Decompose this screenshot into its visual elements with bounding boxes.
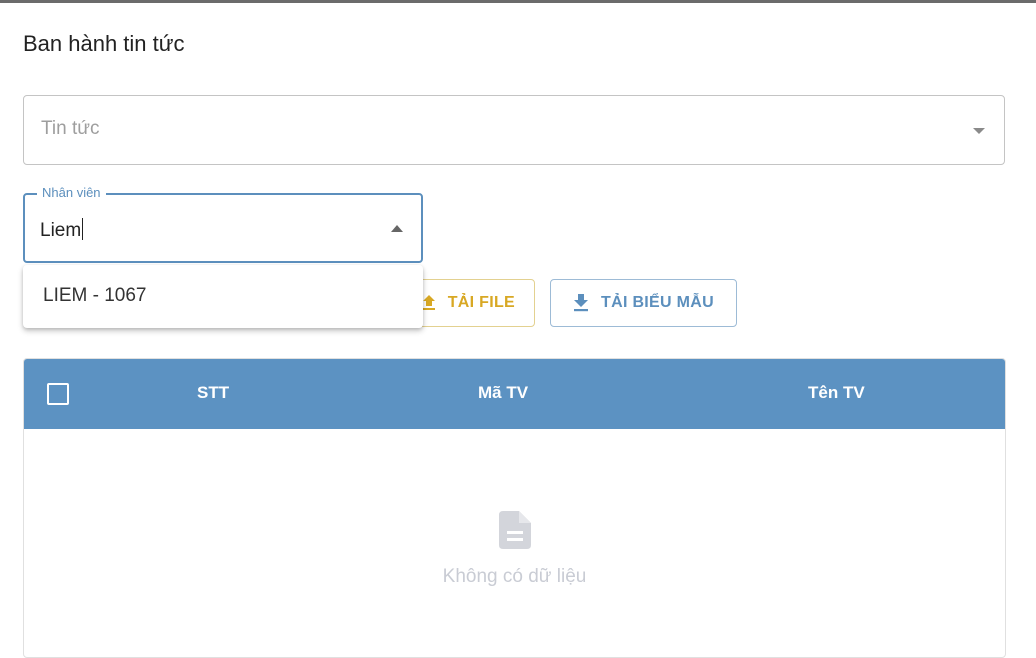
chevron-up-icon[interactable] <box>391 225 403 232</box>
document-icon <box>499 511 531 549</box>
upload-file-label: TẢI FILE <box>447 294 515 311</box>
employee-input-value: Liem <box>40 220 82 241</box>
employee-autocomplete[interactable]: Nhân viên Liem <box>23 185 423 263</box>
upload-icon <box>422 295 435 310</box>
column-header-ten-tv[interactable]: Tên TV <box>808 383 865 403</box>
news-select[interactable]: Tin tức <box>23 95 1005 165</box>
dropdown-option[interactable]: LIEM - 1067 <box>43 285 147 307</box>
download-template-label: TẢI BIỂU MẪU <box>601 294 714 311</box>
employee-field-label: Nhân viên <box>37 185 106 200</box>
employee-dropdown: LIEM - 1067 <box>23 265 423 328</box>
members-table: STT Mã TV Tên TV Không có dữ liệu <box>23 358 1006 658</box>
news-select-placeholder: Tin tức <box>41 118 100 139</box>
table-header: STT Mã TV Tên TV <box>24 359 1005 429</box>
text-cursor <box>82 218 84 240</box>
download-icon <box>574 294 589 312</box>
dialog-title: Ban hành tin tức <box>23 31 185 56</box>
employee-input[interactable]: Liem <box>40 218 84 242</box>
column-header-stt[interactable]: STT <box>197 383 229 403</box>
dialog: Ban hành tin tức Tin tức Nhân viên Liem … <box>0 0 1036 658</box>
select-all-checkbox[interactable] <box>47 383 69 405</box>
column-header-ma-tv[interactable]: Mã TV <box>478 383 528 403</box>
empty-state-text: Không có dữ liệu <box>442 566 587 587</box>
download-template-button[interactable]: TẢI BIỂU MẪU <box>550 279 737 327</box>
chevron-down-icon[interactable] <box>973 128 985 134</box>
